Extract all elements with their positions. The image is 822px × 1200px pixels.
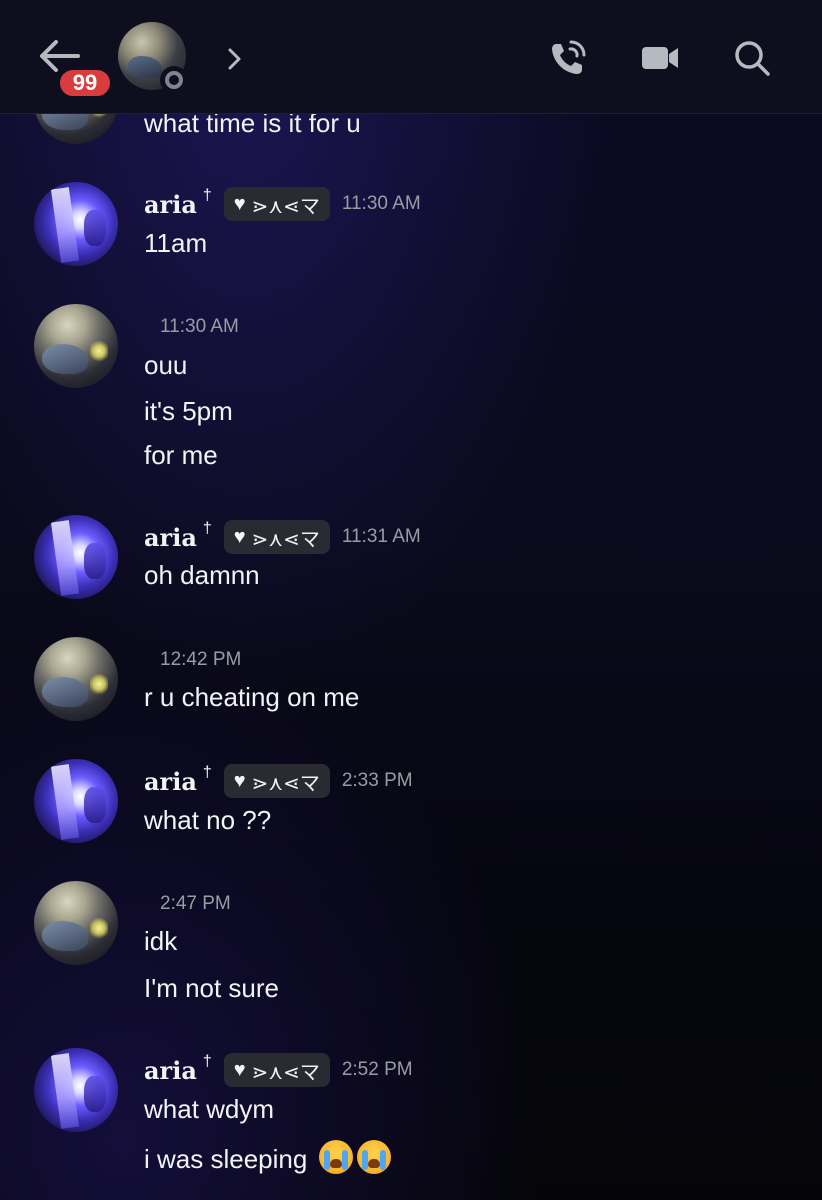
loudly-crying-face-icon	[356, 1140, 391, 1174]
author-name[interactable]: aria	[144, 190, 197, 219]
avatar[interactable]	[34, 1048, 118, 1132]
heart-icon: ♥	[233, 769, 246, 792]
timestamp: 2:52 PM	[341, 1059, 413, 1080]
clan-tag[interactable]: ♥ ⋗⋏⋖マ	[223, 764, 330, 798]
timestamp: 11:31 AM	[341, 526, 421, 547]
clan-tag-label: ⋗⋏⋖マ	[251, 1061, 320, 1084]
unread-badge: 99	[56, 66, 114, 100]
avatar[interactable]	[34, 304, 118, 388]
loudly-crying-face-icon	[318, 1140, 353, 1174]
message-text: idk	[144, 926, 178, 956]
message-text: for me	[144, 440, 218, 470]
message-header: aria † ♥ ⋗⋏⋖マ 2:52 PM	[144, 1052, 413, 1088]
message-text: r u cheating on me	[144, 682, 360, 712]
message-text: what wdym	[144, 1094, 275, 1124]
timestamp: 12:42 PM	[160, 649, 242, 670]
chat-header: 99	[0, 0, 822, 114]
video-camera-icon[interactable]	[638, 36, 682, 80]
offline-status-icon	[160, 66, 188, 94]
search-icon[interactable]	[730, 36, 774, 80]
heart-icon: ♥	[233, 525, 246, 548]
message-text: ouu	[144, 350, 188, 380]
clan-tag[interactable]: ♥ ⋗⋏⋖マ	[223, 520, 330, 554]
author-dagger: †	[202, 187, 212, 204]
timestamp: 2:47 PM	[160, 893, 231, 914]
author-dagger: †	[202, 764, 212, 781]
phone-call-icon[interactable]	[546, 36, 590, 80]
message-text: 11am	[144, 228, 208, 258]
author-name[interactable]: aria	[144, 523, 197, 552]
message-header: aria † ♥ ⋗⋏⋖マ 11:31 AM	[144, 519, 421, 555]
avatar[interactable]	[34, 182, 118, 266]
author-dagger: †	[202, 520, 212, 537]
message-text-with-emoji: i was sleeping	[144, 1140, 391, 1175]
clan-tag[interactable]: ♥ ⋗⋏⋖マ	[223, 187, 330, 221]
avatar[interactable]	[34, 515, 118, 599]
heart-icon: ♥	[233, 192, 246, 215]
avatar[interactable]	[34, 637, 118, 721]
avatar[interactable]	[34, 881, 118, 965]
message-list[interactable]: what time is it for u aria † ♥ ⋗⋏⋖マ 11:3…	[0, 0, 822, 1200]
message-text: it's 5pm	[144, 396, 233, 426]
timestamp: 2:33 PM	[341, 770, 413, 791]
clan-tag-label: ⋗⋏⋖マ	[251, 195, 320, 218]
clan-tag-label: ⋗⋏⋖マ	[251, 772, 320, 795]
message-text: oh damnn	[144, 560, 260, 590]
message-header: aria † ♥ ⋗⋏⋖マ 2:33 PM	[144, 763, 413, 799]
message-text: i was sleeping	[144, 1144, 308, 1174]
message-header: aria † ♥ ⋗⋏⋖マ 11:30 AM	[144, 186, 421, 222]
heart-icon: ♥	[233, 1058, 246, 1081]
avatar[interactable]	[34, 759, 118, 843]
timestamp: 11:30 AM	[160, 316, 239, 337]
timestamp: 11:30 AM	[341, 193, 421, 214]
message-text: I'm not sure	[144, 973, 280, 1003]
author-dagger: †	[202, 1053, 212, 1070]
chevron-right-icon[interactable]	[222, 44, 246, 74]
clan-tag[interactable]: ♥ ⋗⋏⋖マ	[223, 1053, 330, 1087]
message-text: what no ??	[144, 805, 272, 835]
author-name[interactable]: aria	[144, 767, 197, 796]
clan-tag-label: ⋗⋏⋖マ	[251, 528, 320, 551]
author-name[interactable]: aria	[144, 1056, 197, 1085]
